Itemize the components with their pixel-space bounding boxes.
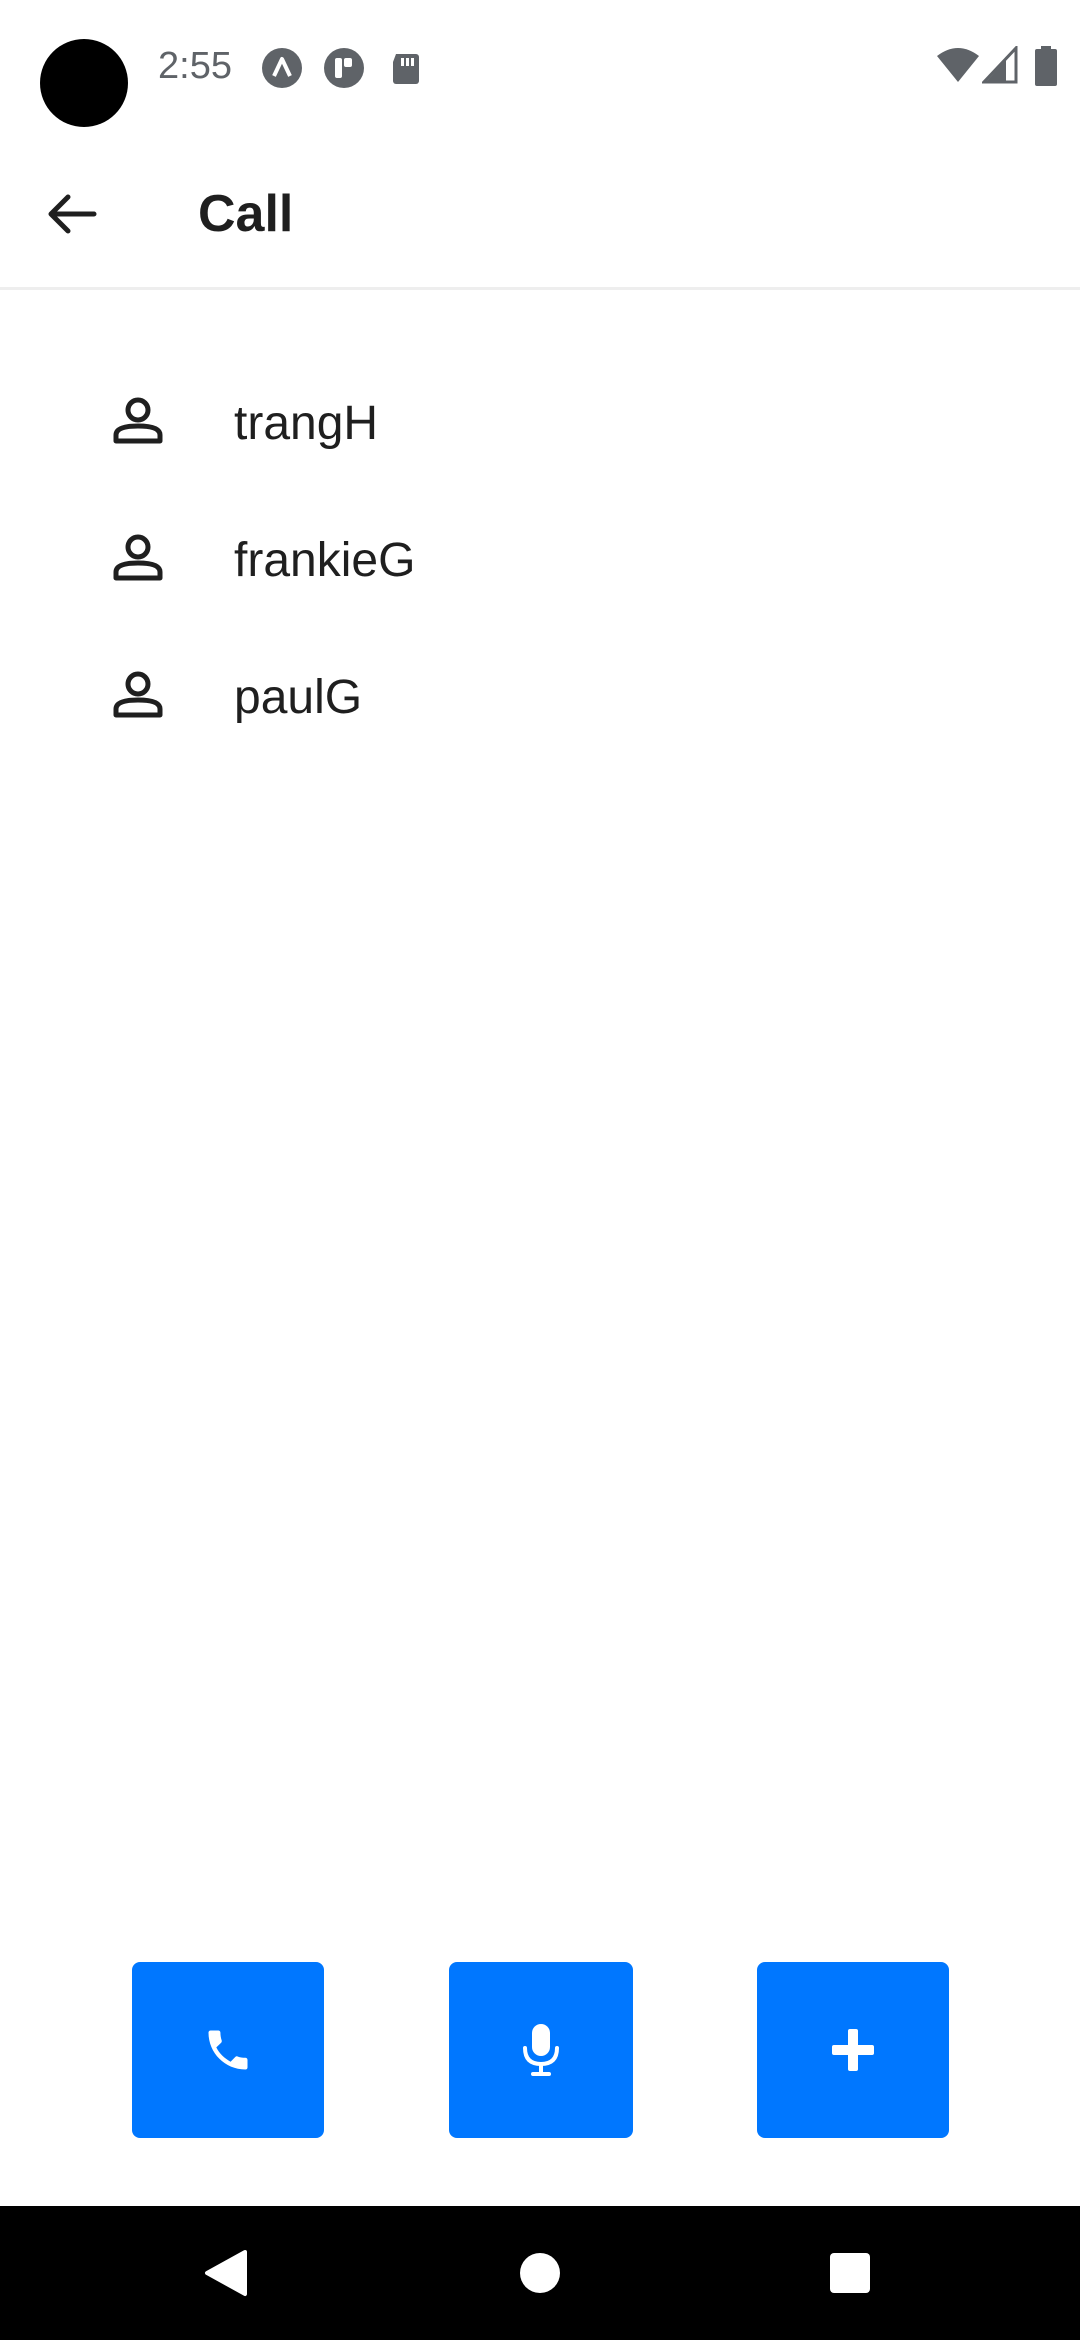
arrow-back-icon	[48, 194, 97, 234]
person-icon	[113, 397, 163, 444]
call-button[interactable]	[132, 1962, 324, 2138]
signal-icon	[982, 46, 1018, 84]
nav-back-button[interactable]	[176, 2223, 276, 2323]
battery-icon	[1035, 46, 1057, 86]
contact-name: trangH	[234, 397, 379, 450]
status-bar: 2:55	[0, 0, 1080, 140]
contact-item[interactable]: frankieG	[0, 491, 1080, 628]
plus-icon	[832, 2029, 874, 2071]
recents-square-icon	[830, 2253, 870, 2293]
contact-item[interactable]: trangH	[0, 354, 1080, 491]
call-screen: 2:55 Call trangH frankieG paulG	[0, 0, 1080, 2340]
sd-card-icon	[393, 54, 419, 84]
contact-name: frankieG	[234, 534, 416, 587]
microphone-icon	[523, 2024, 559, 2076]
app-a-icon	[262, 48, 302, 88]
status-time: 2:55	[158, 45, 232, 87]
contact-item[interactable]: paulG	[0, 628, 1080, 765]
back-triangle-icon	[205, 2250, 247, 2296]
nav-home-button[interactable]	[490, 2223, 590, 2323]
person-icon	[113, 534, 163, 581]
back-button[interactable]	[30, 172, 114, 256]
app-bar: Call	[0, 140, 1080, 290]
person-icon	[113, 671, 163, 718]
wifi-icon	[937, 48, 979, 82]
contact-name: paulG	[234, 671, 363, 724]
phone-icon	[208, 2030, 248, 2070]
camera-cutout	[40, 39, 128, 127]
navigation-bar	[0, 2206, 1080, 2340]
home-circle-icon	[520, 2253, 560, 2293]
contact-list: trangH frankieG paulG	[0, 354, 1080, 765]
nav-recents-button[interactable]	[800, 2223, 900, 2323]
page-title: Call	[198, 185, 294, 243]
voice-button[interactable]	[449, 1962, 633, 2138]
add-button[interactable]	[757, 1962, 949, 2138]
app-t-icon	[324, 48, 364, 88]
